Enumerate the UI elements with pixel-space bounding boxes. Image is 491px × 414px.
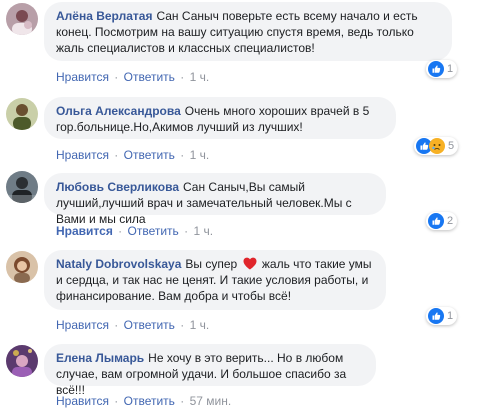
- reply-button[interactable]: Ответить: [128, 224, 179, 238]
- like-button[interactable]: Нравится: [56, 318, 109, 332]
- avatar[interactable]: [6, 345, 38, 377]
- separator: ·: [114, 394, 119, 408]
- reaction-summary[interactable]: 1: [426, 60, 458, 78]
- comment-timestamp[interactable]: 1 ч.: [190, 70, 210, 84]
- comment-actions: Нравится · Ответить · 1 ч.: [56, 70, 209, 84]
- reply-button[interactable]: Ответить: [124, 148, 175, 162]
- comment-timestamp[interactable]: 1 ч.: [190, 318, 210, 332]
- comment-timestamp[interactable]: 1 ч.: [190, 148, 210, 162]
- separator: ·: [114, 70, 119, 84]
- separator: ·: [118, 224, 123, 238]
- separator: ·: [114, 148, 119, 162]
- like-button[interactable]: Нравится: [56, 224, 113, 238]
- reaction-count: 5: [448, 140, 455, 152]
- reaction-summary[interactable]: 1: [426, 307, 458, 325]
- avatar[interactable]: [6, 171, 38, 203]
- separator: ·: [180, 70, 185, 84]
- comment-bubble: Ольга Александрова Очень много хороших вр…: [44, 97, 396, 139]
- reply-button[interactable]: Ответить: [124, 318, 175, 332]
- comment-actions: Нравится · Ответить · 1 ч.: [56, 148, 209, 162]
- comment-text-start: Вы супер: [185, 257, 238, 271]
- reaction-summary[interactable]: 2: [426, 212, 458, 230]
- reaction-count: 2: [447, 215, 454, 227]
- comment-timestamp[interactable]: 1 ч.: [194, 224, 214, 238]
- like-icon: [428, 308, 444, 324]
- comment-bubble: Алёна Верлатая Сан Саныч поверьте есть вс…: [44, 2, 452, 61]
- comment-bubble: Елена Лымарь Не хочу в это верить... Но в…: [44, 344, 376, 397]
- comment-author[interactable]: Алёна Верлатая: [56, 9, 152, 23]
- avatar[interactable]: [6, 98, 38, 130]
- like-button[interactable]: Нравится: [56, 394, 109, 408]
- comment-bubble: Nataly Dobrovolskaya Вы супер жаль что та…: [44, 250, 386, 310]
- reaction-summary[interactable]: 5: [414, 137, 459, 155]
- reply-button[interactable]: Ответить: [124, 70, 175, 84]
- separator: ·: [184, 224, 189, 238]
- comment-author[interactable]: Елена Лымарь: [56, 351, 144, 365]
- like-button[interactable]: Нравится: [56, 70, 109, 84]
- comment-bubble: Любовь Сверликова Сан Саныч,Вы самый лучш…: [44, 173, 386, 226]
- reply-button[interactable]: Ответить: [124, 394, 175, 408]
- separator: ·: [180, 318, 185, 332]
- comment-author[interactable]: Nataly Dobrovolskaya: [56, 257, 181, 271]
- comment-actions: Нравится · Ответить · 57 мин.: [56, 394, 231, 408]
- comment-actions: Нравится · Ответить · 1 ч.: [56, 224, 213, 238]
- sad-icon: [429, 138, 445, 154]
- avatar[interactable]: [6, 3, 38, 35]
- separator: ·: [180, 148, 185, 162]
- comment-author[interactable]: Ольга Александрова: [56, 104, 181, 118]
- heart-emoji-icon: [243, 257, 257, 270]
- comment-actions: Нравится · Ответить · 1 ч.: [56, 318, 209, 332]
- comment-author[interactable]: Любовь Сверликова: [56, 180, 179, 194]
- like-icon: [428, 61, 444, 77]
- comment-timestamp[interactable]: 57 мин.: [190, 394, 232, 408]
- reaction-count: 1: [447, 63, 454, 75]
- avatar[interactable]: [6, 251, 38, 283]
- like-icon: [428, 213, 444, 229]
- separator: ·: [180, 394, 185, 408]
- reaction-count: 1: [447, 310, 454, 322]
- like-button[interactable]: Нравится: [56, 148, 109, 162]
- separator: ·: [114, 318, 119, 332]
